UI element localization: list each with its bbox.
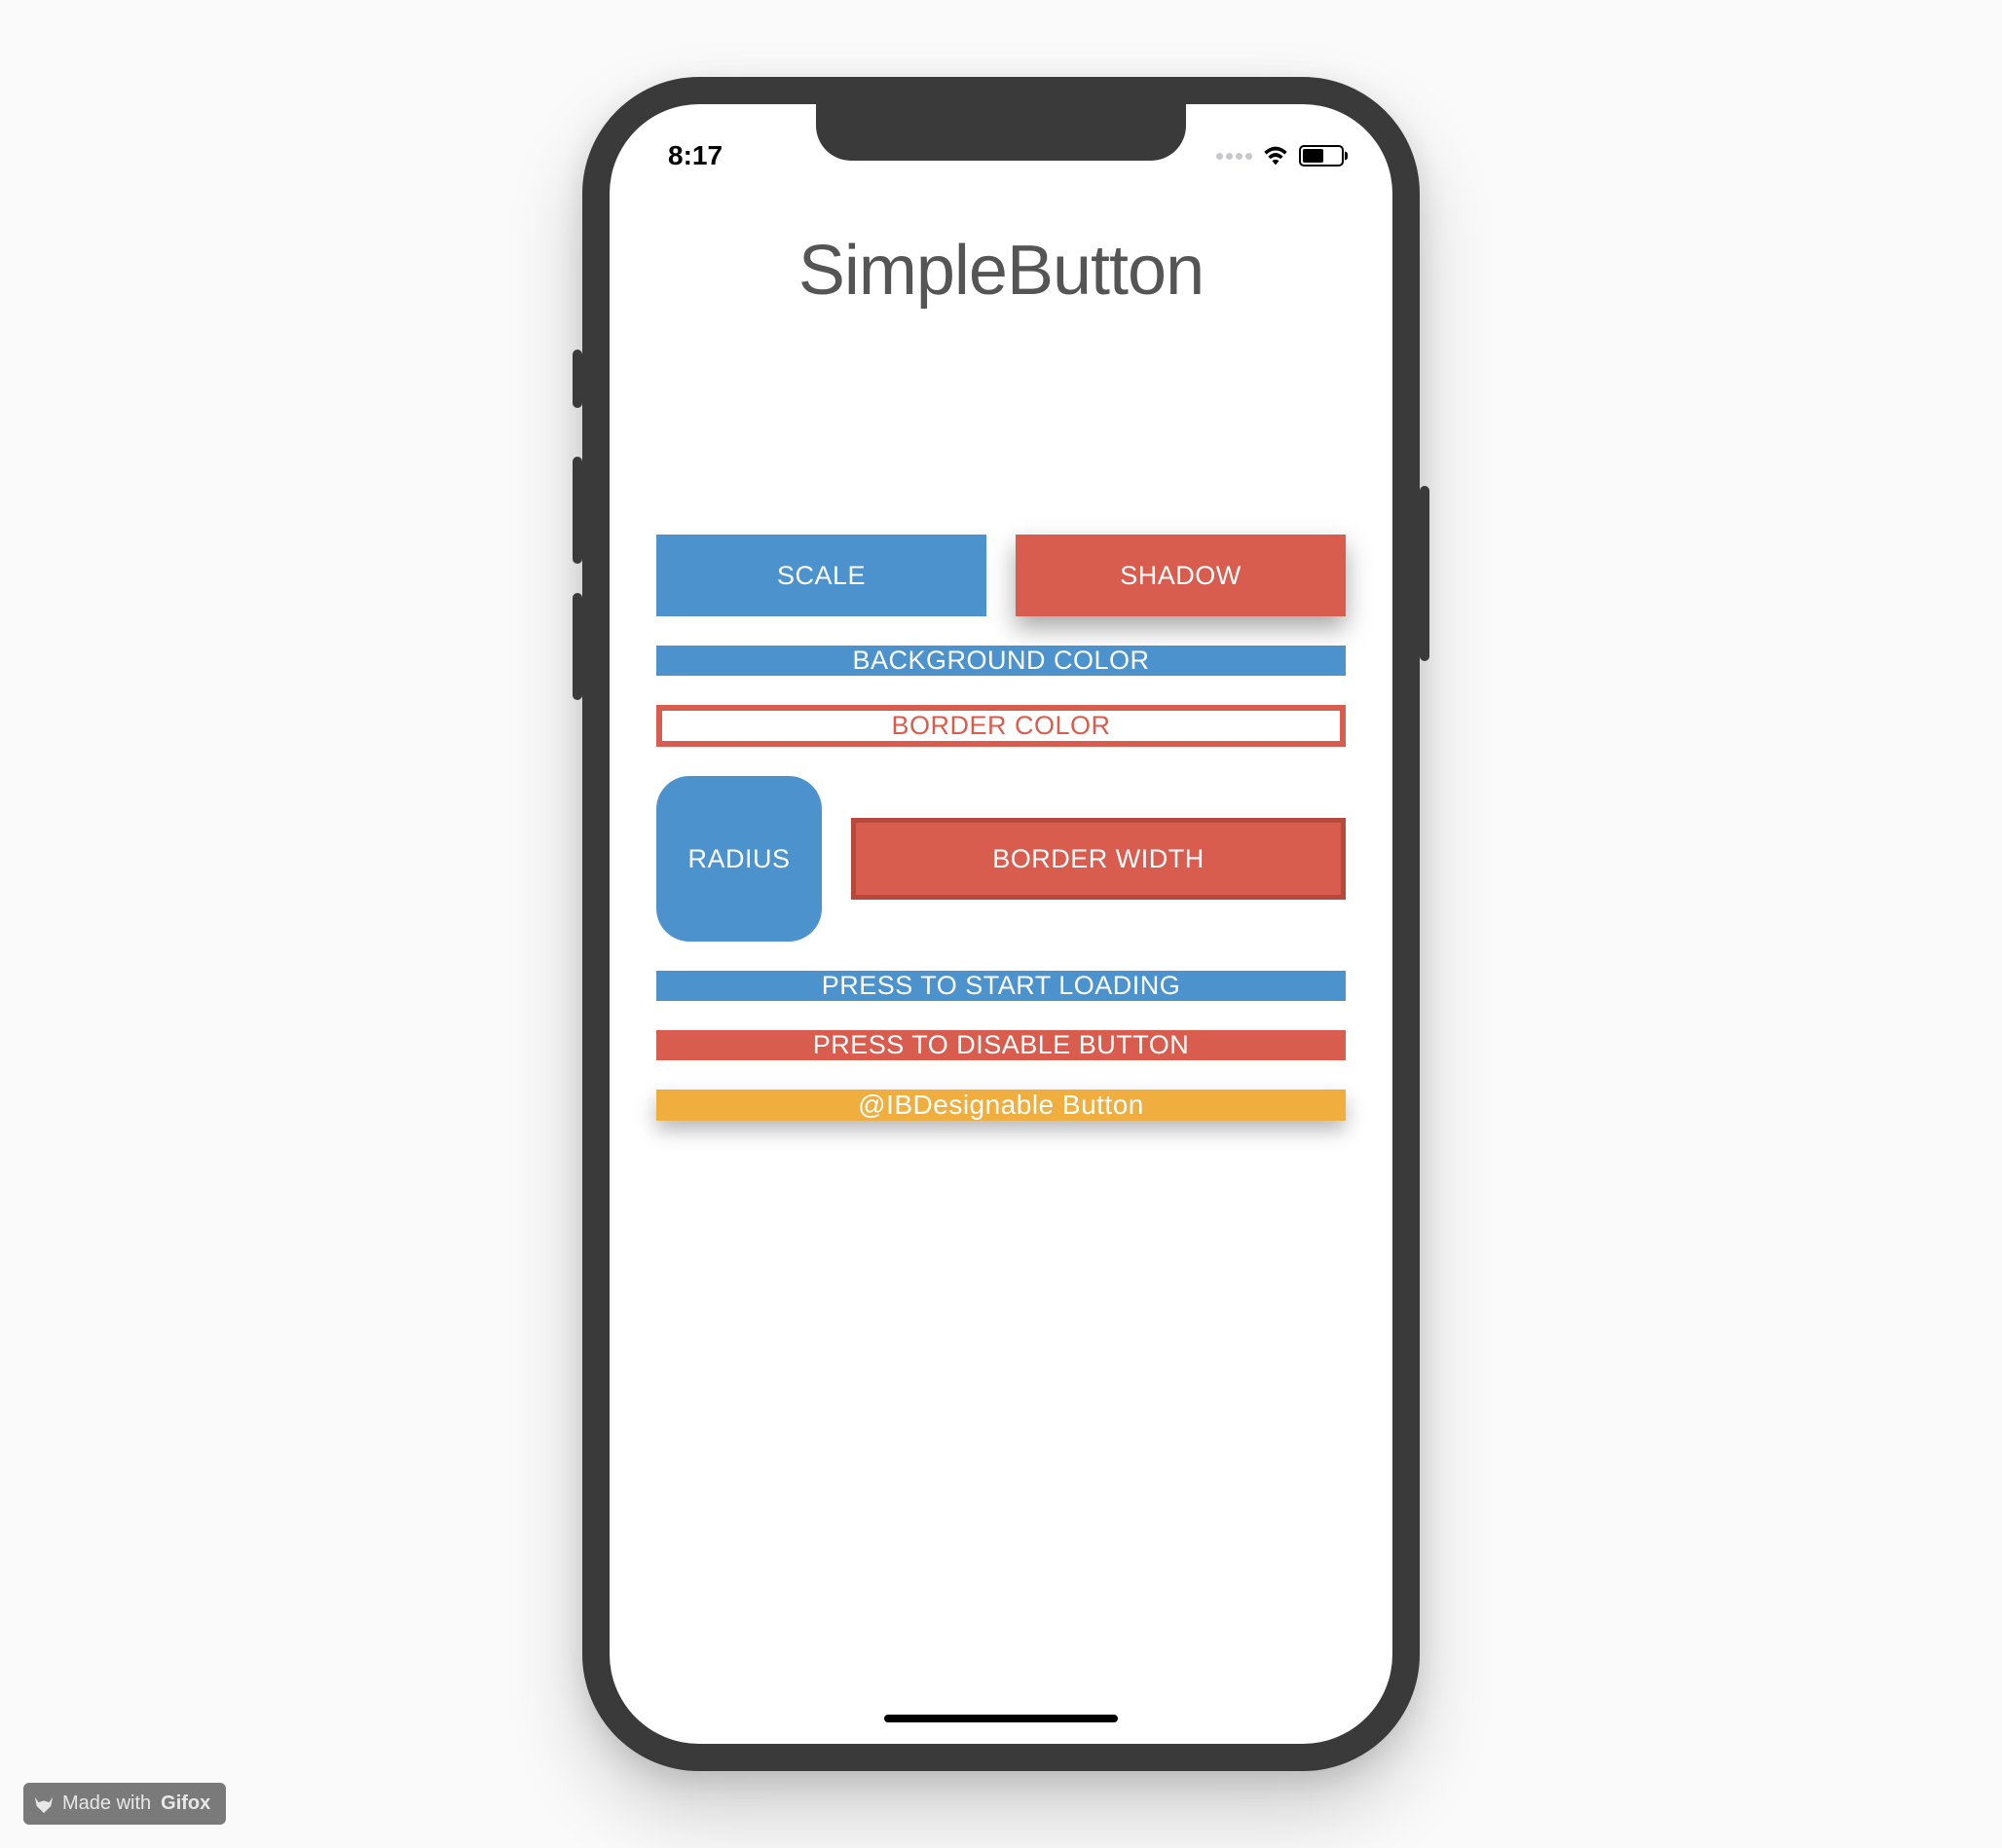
wifi-icon xyxy=(1262,145,1289,166)
phone-volume-down xyxy=(573,593,582,700)
battery-fill xyxy=(1303,149,1323,163)
border-width-button[interactable]: BORDER WIDTH xyxy=(851,818,1346,900)
gifox-watermark: Made with Gifox xyxy=(23,1783,226,1825)
home-indicator[interactable] xyxy=(884,1715,1118,1722)
phone-screen: 8:17 SimpleButton SCALE SHADOW xyxy=(610,104,1392,1744)
app-content: SimpleButton SCALE SHADOW BACKGROUND COL… xyxy=(610,104,1392,1744)
row-scale-shadow: SCALE SHADOW xyxy=(656,535,1346,616)
watermark-brand: Gifox xyxy=(161,1793,210,1815)
status-time: 8:17 xyxy=(668,140,723,171)
disable-button[interactable]: PRESS TO DISABLE BUTTON xyxy=(656,1030,1346,1060)
phone-frame: 8:17 SimpleButton SCALE SHADOW xyxy=(582,77,1420,1771)
background-color-button[interactable]: BACKGROUND COLOR xyxy=(656,646,1346,676)
buttons-area: SCALE SHADOW BACKGROUND COLOR BORDER COL… xyxy=(656,535,1346,1121)
page-title: SimpleButton xyxy=(656,231,1346,311)
phone-silence-switch xyxy=(573,350,582,408)
row-radius-borderwidth: RADIUS BORDER WIDTH xyxy=(656,776,1346,942)
watermark-prefix: Made with xyxy=(62,1793,151,1815)
phone-notch xyxy=(816,104,1186,161)
phone-volume-up xyxy=(573,457,582,564)
loading-button[interactable]: PRESS TO START LOADING xyxy=(656,971,1346,1001)
radius-button[interactable]: RADIUS xyxy=(656,776,822,942)
cellular-icon xyxy=(1216,153,1252,160)
status-icons xyxy=(1216,145,1344,166)
battery-icon xyxy=(1299,145,1344,166)
scale-button[interactable]: SCALE xyxy=(656,535,986,616)
phone-power-button xyxy=(1420,486,1429,661)
shadow-button[interactable]: SHADOW xyxy=(1016,535,1346,616)
border-color-button[interactable]: BORDER COLOR xyxy=(656,705,1346,747)
fox-icon xyxy=(33,1793,55,1815)
ibdesignable-button[interactable]: @IBDesignable Button xyxy=(656,1090,1346,1121)
